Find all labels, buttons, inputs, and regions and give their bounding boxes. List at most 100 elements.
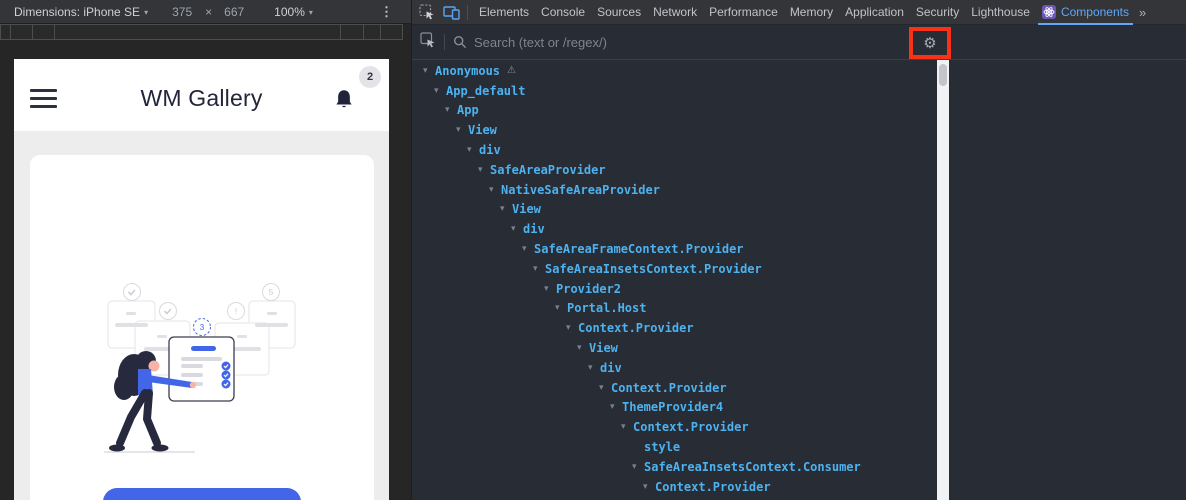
expander-caret-icon[interactable]: ▾: [621, 422, 630, 432]
tree-node-context-provider[interactable]: ▾ Context.Provider: [412, 378, 937, 398]
notification-badge: 2: [359, 66, 381, 88]
component-name: div: [523, 222, 545, 237]
dimensions-dropdown[interactable]: Dimensions: iPhone SE ▾: [14, 5, 148, 19]
search-input[interactable]: [474, 34, 854, 50]
expander-caret-icon[interactable]: ▾: [423, 66, 432, 76]
device-toolbar-icon[interactable]: [442, 3, 460, 21]
tree-node-div[interactable]: ▾ div: [412, 140, 937, 160]
viewport-height-field[interactable]: 667: [224, 5, 244, 19]
notification-bell-icon[interactable]: [331, 86, 357, 114]
scrollbar-thumb[interactable]: [939, 64, 947, 86]
tree-node-context-provider[interactable]: ▾ Context.Provider: [412, 318, 937, 338]
tab-label: Sources: [597, 5, 642, 19]
tab-lighthouse[interactable]: Lighthouse: [965, 0, 1036, 25]
tab-console[interactable]: Console: [535, 0, 591, 25]
expander-caret-icon[interactable]: ▾: [467, 145, 476, 155]
tree-node-anonymous[interactable]: ▾ Anonymous ⚠: [412, 61, 937, 81]
component-name: App_default: [446, 83, 526, 98]
dimensions-label: Dimensions: iPhone SE: [14, 4, 141, 19]
expander-caret-icon[interactable]: ▾: [511, 224, 520, 234]
tree-node-view[interactable]: ▾ View: [412, 338, 937, 358]
tree-node-view[interactable]: ▾ View: [412, 120, 937, 140]
tree-node-view[interactable]: ▾ View: [412, 200, 937, 220]
tree-node-div[interactable]: ▾ div: [412, 358, 937, 378]
zoom-dropdown[interactable]: 100% ▾: [274, 5, 313, 19]
more-options-kebab-icon[interactable]: ⋮: [380, 4, 393, 20]
tab-elements[interactable]: Elements: [473, 0, 535, 25]
tree-node-portal-host[interactable]: ▾ Portal.Host: [412, 299, 937, 319]
chevron-down-icon: ▾: [144, 7, 149, 17]
search-divider: [444, 34, 445, 50]
expander-caret-icon[interactable]: ▾: [566, 323, 575, 333]
more-tabs-chevron-icon[interactable]: »: [1139, 5, 1146, 20]
highlight-annotation: ⚙: [909, 27, 951, 59]
expander-caret-icon[interactable]: ▾: [489, 185, 498, 195]
tab-network[interactable]: Network: [647, 0, 703, 25]
emulation-toolbar: Dimensions: iPhone SE ▾ 375 × 667 100% ▾ ⋮: [0, 0, 411, 24]
tree-node-div[interactable]: ▾ div: [412, 219, 937, 239]
component-tree: ▾ Anonymous ⚠ ▾ App_default ▾ App ▾ View ▾ div ▾ Saf…: [412, 60, 937, 500]
tab-label: Memory: [789, 5, 834, 19]
expander-caret-icon[interactable]: ▾: [445, 105, 454, 115]
component-name: App: [457, 103, 479, 118]
empty-state-card: ! 5 3: [30, 155, 374, 500]
tree-node-provider2[interactable]: ▾ Provider2: [412, 279, 937, 299]
expander-caret-icon[interactable]: ▾: [643, 482, 652, 492]
search-icon: [453, 35, 467, 49]
media-query-segment: [363, 24, 381, 40]
select-component-icon[interactable]: [420, 31, 436, 53]
primary-action-button[interactable]: [103, 488, 301, 500]
tab-sources[interactable]: Sources: [591, 0, 647, 25]
tree-node-context-provider[interactable]: ▾ Context.Provider: [412, 477, 937, 497]
component-name: View: [468, 123, 497, 138]
expander-caret-icon[interactable]: ▾: [610, 402, 619, 412]
chevron-down-icon: ▾: [308, 7, 313, 17]
device-emulation-pane: Dimensions: iPhone SE ▾ 375 × 667 100% ▾ ⋮: [0, 0, 411, 500]
tree-scrollbar[interactable]: [937, 60, 949, 500]
tab-security[interactable]: Security: [910, 0, 965, 25]
component-name: Context.Provider: [611, 380, 727, 395]
component-name: Context.Provider: [655, 479, 771, 494]
tab-label: Network: [653, 5, 698, 19]
tree-node-context-provider[interactable]: ▾ Context.Provider: [412, 417, 937, 437]
expander-caret-icon[interactable]: ▾: [478, 165, 487, 175]
viewport-width-field[interactable]: 375: [172, 5, 192, 19]
component-name: style: [644, 440, 681, 455]
expander-caret-icon[interactable]: ▾: [456, 125, 465, 135]
tree-node-style[interactable]: style: [412, 437, 937, 457]
tree-node-safeareaprovider[interactable]: ▾ SafeAreaProvider: [412, 160, 937, 180]
expander-caret-icon[interactable]: ▾: [522, 244, 531, 254]
tab-components[interactable]: Components: [1036, 0, 1135, 25]
tab-label: Performance: [709, 5, 778, 19]
expander-caret-icon[interactable]: ▾: [577, 343, 586, 353]
tab-memory[interactable]: Memory: [784, 0, 839, 25]
expander-caret-icon[interactable]: ▾: [632, 462, 641, 472]
expander-caret-icon[interactable]: ▾: [588, 363, 597, 373]
tab-label: Elements: [479, 5, 530, 19]
tree-node-safeareaframecontext-provider[interactable]: ▾ SafeAreaFrameContext.Provider: [412, 239, 937, 259]
component-name: div: [600, 360, 622, 375]
svg-text:3: 3: [200, 323, 205, 332]
settings-gear-icon[interactable]: ⚙: [923, 36, 936, 51]
tab-performance[interactable]: Performance: [703, 0, 784, 25]
tab-label: Components: [1060, 5, 1129, 19]
toolbar-divider: [467, 4, 468, 20]
tree-node-nativesafeareaprovider[interactable]: ▾ NativeSafeAreaProvider: [412, 180, 937, 200]
tree-node-app-default[interactable]: ▾ App_default: [412, 81, 937, 101]
expander-caret-icon[interactable]: ▾: [599, 383, 608, 393]
tree-node-app[interactable]: ▾ App: [412, 101, 937, 121]
expander-caret-icon[interactable]: ▾: [434, 86, 443, 96]
expander-caret-icon[interactable]: ▾: [500, 204, 509, 214]
tree-node-safeareainsetscontext-provider[interactable]: ▾ SafeAreaInsetsContext.Provider: [412, 259, 937, 279]
tab-label: Security: [915, 5, 960, 19]
tree-node-themeprovider4[interactable]: ▾ ThemeProvider4: [412, 398, 937, 418]
expander-caret-icon[interactable]: ▾: [533, 264, 542, 274]
component-name: NativeSafeAreaProvider: [501, 182, 660, 197]
expander-caret-icon[interactable]: ▾: [544, 284, 553, 294]
component-name: Context.Provider: [578, 321, 694, 336]
inspect-element-icon[interactable]: [418, 3, 436, 21]
tree-node-safeareainsetscontext-consumer[interactable]: ▾ SafeAreaInsetsContext.Consumer: [412, 457, 937, 477]
tab-application[interactable]: Application: [839, 0, 910, 25]
devtools-tabbar: Elements Console Sources Network Performance…: [412, 0, 1186, 25]
expander-caret-icon[interactable]: ▾: [555, 303, 564, 313]
